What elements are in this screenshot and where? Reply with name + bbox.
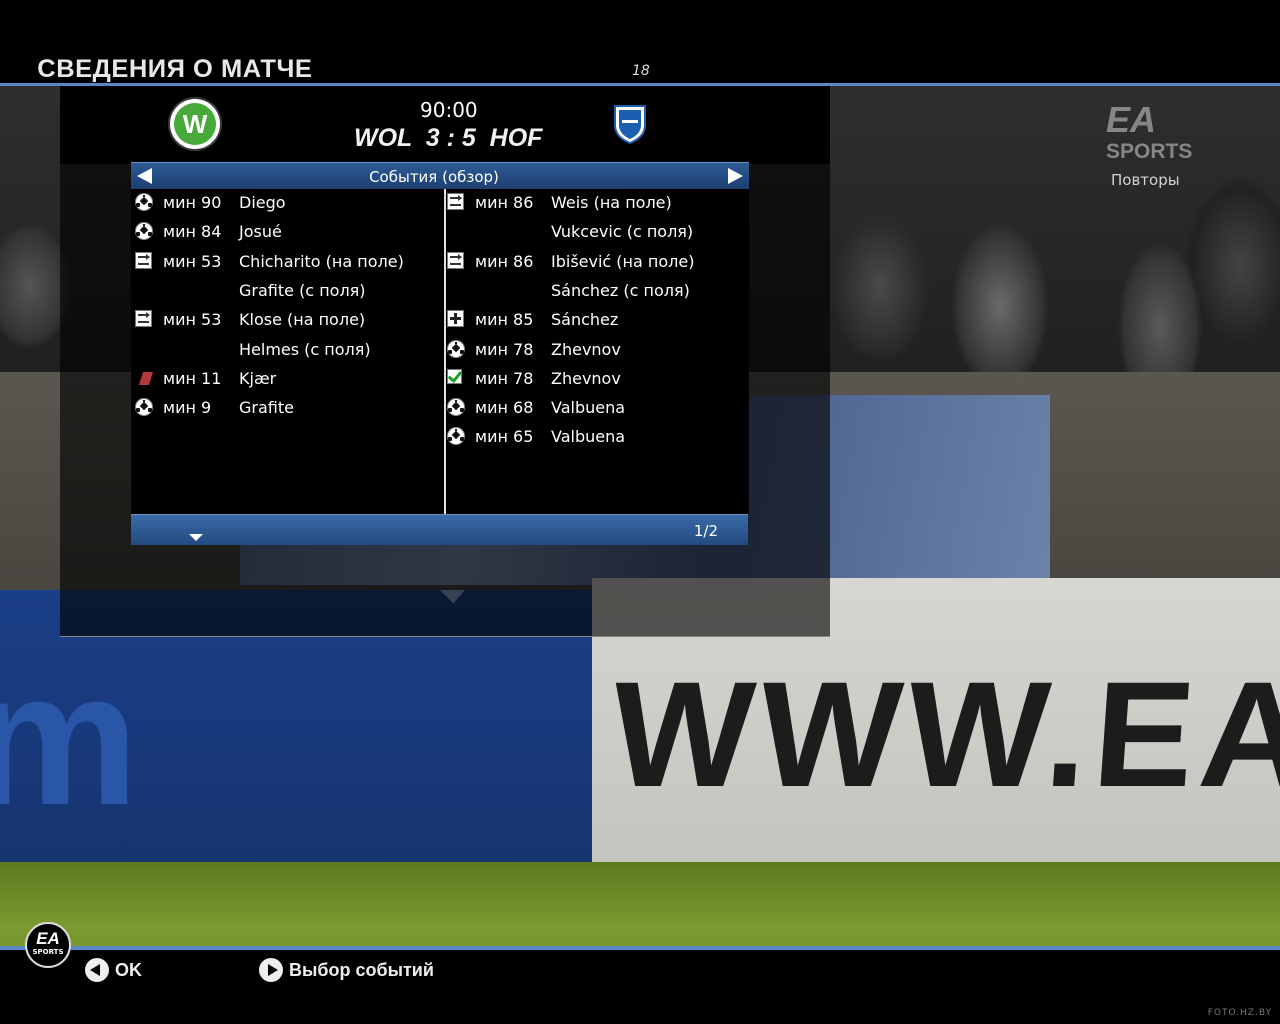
home-event-row: мин 90 Diego — [135, 193, 435, 219]
bottom-bar — [0, 946, 1280, 1024]
check-icon — [447, 368, 467, 389]
forward-arrow-icon — [259, 958, 283, 982]
events-footer: 1/2 — [131, 514, 748, 545]
event-player-name: Weis (на поле) — [551, 193, 672, 212]
substitution-icon — [135, 251, 155, 272]
page-number: 18 — [632, 63, 650, 79]
away-event-row: мин 78 Zhevnov — [447, 368, 747, 395]
ea-logo-text: EA — [1106, 99, 1157, 140]
ball-icon — [135, 398, 155, 418]
home-event-row: Helmes (с поля) — [135, 340, 435, 366]
away-team-badge-icon — [614, 105, 646, 145]
away-event-row: Sánchez (с поля) — [447, 281, 747, 307]
page-indicator: 1/2 — [693, 522, 718, 540]
event-player-name: Zhevnov — [551, 339, 621, 359]
back-arrow-icon — [85, 958, 109, 982]
event-player-name: Valbuena — [551, 427, 626, 447]
event-minute: мин 86 — [475, 251, 534, 271]
substitution-icon — [135, 310, 155, 330]
substitution-icon — [447, 193, 467, 213]
bottom-accent-line — [0, 946, 1280, 950]
ea-circle-text: EA — [36, 929, 60, 948]
substitution-icon — [447, 251, 467, 272]
event-minute: мин 53 — [163, 251, 222, 271]
ok-label: OK — [115, 960, 142, 980]
event-minute: мин 11 — [163, 368, 222, 388]
page-title: СВЕДЕНИЯ О МАТЧЕ — [37, 55, 313, 83]
event-minute: мин 9 — [163, 398, 212, 418]
next-page-arrow-icon[interactable] — [728, 168, 743, 184]
ea-circle-subtext: SPORTS — [32, 948, 64, 956]
events-title: События (обзор) — [369, 168, 499, 186]
injury-icon — [447, 310, 467, 330]
score-line: WOL 3 : 5 HOF — [354, 124, 543, 152]
home-event-row: мин 53 Chicharito (на поле) — [135, 251, 435, 278]
home-event-row: мин 84 Josué — [135, 222, 435, 248]
home-team-badge-icon: W — [170, 99, 220, 149]
events-header: События (обзор) — [131, 162, 749, 190]
event-minute: мин 84 — [163, 222, 222, 242]
home-event-row: Grafite (с поля) — [135, 281, 435, 307]
events-column-divider — [444, 189, 446, 514]
home-event-row: мин 11 Kjær — [135, 369, 435, 395]
ball-icon — [135, 222, 155, 242]
away-event-row: мин 86 Weis (на поле) — [447, 193, 747, 219]
ad-letter: m — [0, 633, 139, 845]
event-minute: мин 85 — [475, 310, 534, 330]
event-minute: мин 68 — [475, 398, 534, 418]
select-events-label: Выбор событий — [289, 960, 434, 980]
event-player-name: Diego — [239, 193, 286, 212]
home-badge-letter: W — [174, 103, 216, 145]
ea-sports-circle-logo: EA SPORTS — [25, 922, 71, 968]
event-minute: мин 53 — [163, 310, 222, 330]
event-player-name: Josué — [239, 222, 282, 242]
match-clock: 90:00 — [420, 98, 478, 122]
away-event-row: мин 85 Sánchez — [447, 310, 747, 336]
scroll-down-arrow-icon[interactable] — [189, 534, 203, 541]
ad-text: WWW.EAS — [606, 650, 1280, 818]
away-event-row: мин 68 Valbuena — [447, 398, 747, 424]
event-player-name: Helmes (с поля) — [239, 339, 371, 359]
home-event-row: мин 9 Grafite — [135, 398, 435, 424]
event-player-name: Ibišević (на поле) — [551, 251, 695, 271]
ball-icon — [447, 427, 467, 447]
event-player-name: Grafite (с поля) — [239, 280, 366, 300]
event-player-name: Grafite — [239, 398, 294, 418]
event-player-name: Chicharito (на поле) — [239, 251, 404, 271]
ball-icon — [447, 398, 467, 418]
panel-divider — [60, 636, 830, 637]
event-minute: мин 78 — [475, 339, 534, 359]
away-event-row: мин 65 Valbuena — [447, 427, 747, 453]
event-player-name: Zhevnov — [551, 368, 621, 388]
away-event-row: мин 86 Ibišević (на поле) — [447, 251, 747, 278]
ea-sports-logo: EA SPORTS — [1106, 102, 1193, 168]
event-minute: мин 78 — [475, 368, 534, 388]
red-card-icon — [135, 369, 155, 389]
event-player-name: Sánchez — [551, 310, 619, 330]
event-minute: мин 86 — [475, 193, 534, 212]
event-minute: мин 65 — [475, 427, 534, 447]
watermark: FOTO.HZ.BY — [1207, 1008, 1272, 1018]
event-player-name: Vukcevic (с поля) — [551, 222, 694, 242]
away-event-row: мин 78 Zhevnov — [447, 339, 747, 366]
ea-logo-subtext: SPORTS — [1106, 140, 1193, 163]
replays-label[interactable]: Повторы — [1111, 171, 1180, 189]
event-player-name: Sánchez (с поля) — [551, 280, 690, 300]
event-player-name: Valbuena — [551, 398, 626, 418]
home-event-row: мин 53 Klose (на поле) — [135, 310, 435, 336]
ball-icon — [135, 193, 155, 213]
event-player-name: Klose (на поле) — [239, 310, 366, 330]
ball-icon — [447, 339, 467, 360]
event-minute: мин 90 — [163, 193, 222, 212]
event-player-name: Kjær — [239, 368, 277, 388]
away-event-row: Vukcevic (с поля) — [447, 222, 747, 248]
